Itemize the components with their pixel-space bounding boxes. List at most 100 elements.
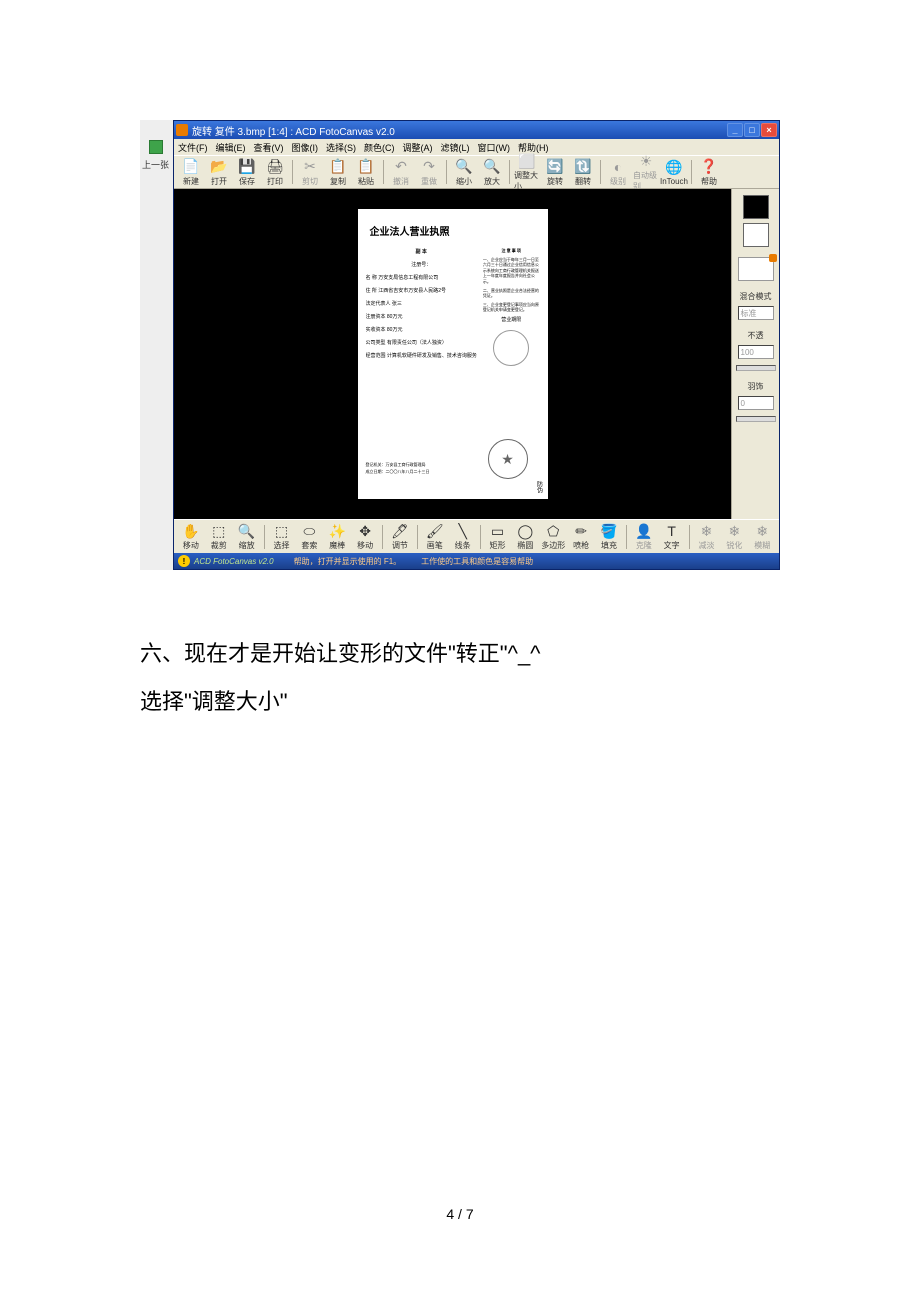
- blend-mode-select[interactable]: 标准: [738, 306, 774, 320]
- menu-color[interactable]: 颜色(C): [364, 141, 395, 154]
- doc-subtitle: 副 本: [366, 248, 477, 257]
- tool-帮助[interactable]: ❓帮助: [696, 158, 722, 187]
- btool-锐化: ❄锐化: [721, 522, 747, 551]
- doc-field-1: 住 所 江西省吉安市万安县人民路2号: [366, 287, 477, 296]
- btool-调节-label: 调节: [392, 540, 408, 551]
- tool-放大[interactable]: 🔍放大: [479, 158, 505, 187]
- btool-选择[interactable]: ⬚选择: [269, 522, 295, 551]
- btool-锐化-icon: ❄: [725, 522, 743, 540]
- btool-多边形-icon: ⬠: [544, 522, 562, 540]
- canvas-main[interactable]: 企业法人营业执照 副 本 注册号： 名 称 万安支局信息工程有限公司住 所 江西…: [174, 189, 731, 519]
- tool-打开[interactable]: 📂打开: [206, 158, 232, 187]
- fotocanvas-window: 旋转 复件 3.bmp [1:4] : ACD FotoCanvas v2.0 …: [173, 120, 780, 570]
- btool-克隆-label: 克隆: [636, 540, 652, 551]
- btool-移动[interactable]: ✋移动: [178, 522, 204, 551]
- btool-锐化-label: 锐化: [726, 540, 742, 551]
- btool-线条[interactable]: ╲线条: [450, 522, 476, 551]
- tool-粘贴[interactable]: 📋粘贴: [353, 158, 379, 187]
- btool-移动-icon: ✋: [182, 522, 200, 540]
- btool-填充-icon: 🪣: [600, 522, 618, 540]
- menu-select[interactable]: 选择(S): [326, 141, 356, 154]
- foreground-swatch[interactable]: [743, 195, 769, 219]
- btool-缩放-icon: 🔍: [238, 522, 256, 540]
- status-hint1: 帮助，打开并显示使用的 F1。: [294, 556, 402, 567]
- tool-复制[interactable]: 📋复制: [325, 158, 351, 187]
- menu-window[interactable]: 窗口(W): [478, 141, 511, 154]
- minimize-button[interactable]: _: [727, 123, 743, 137]
- window-titlebar: 旋转 复件 3.bmp [1:4] : ACD FotoCanvas v2.0 …: [174, 121, 779, 139]
- page-number: 4 / 7: [0, 1206, 920, 1222]
- feather-slider[interactable]: [736, 416, 776, 422]
- btool-缩放[interactable]: 🔍缩放: [234, 522, 260, 551]
- tool-剪切: ✂剪切: [297, 158, 323, 187]
- tool-级别: ◐级别: [605, 158, 631, 187]
- tool-级别-label: 级别: [610, 176, 626, 187]
- doc-field-6: 经营范围 计算机软硬件研发及销售、技术咨询服务: [366, 352, 477, 361]
- btool-减淡: ❄减淡: [694, 522, 720, 551]
- menu-filter[interactable]: 滤镜(L): [441, 141, 470, 154]
- btool-调节[interactable]: 🖊调节: [387, 522, 413, 551]
- tool-旋转-icon: 🔄: [546, 158, 564, 176]
- tool-保存[interactable]: 💾保存: [234, 158, 260, 187]
- doc-field-0: 名 称 万安支局信息工程有限公司: [366, 274, 477, 283]
- tool-旋转[interactable]: 🔄旋转: [542, 158, 568, 187]
- tool-打印-icon: 🖨: [266, 158, 284, 176]
- opacity-slider[interactable]: [736, 365, 776, 371]
- maximize-button[interactable]: □: [744, 123, 760, 137]
- tool-自动级别: ☀自动级别: [633, 152, 659, 192]
- btool-调节-icon: 🖊: [391, 522, 409, 540]
- tool-separator: [509, 160, 510, 184]
- menu-adjust[interactable]: 调整(A): [403, 141, 433, 154]
- btool-减淡-label: 减淡: [699, 540, 715, 551]
- tool-缩小[interactable]: 🔍缩小: [451, 158, 477, 187]
- tool-翻转[interactable]: 🔃翻转: [570, 158, 596, 187]
- btool-模糊-label: 模糊: [754, 540, 770, 551]
- tool-打印[interactable]: 🖨打印: [262, 158, 288, 187]
- menu-edit[interactable]: 编辑(E): [216, 141, 246, 154]
- btool-移动-label: 移动: [183, 540, 199, 551]
- tool-保存-icon: 💾: [238, 158, 256, 176]
- close-button[interactable]: ×: [761, 123, 777, 137]
- menu-file[interactable]: 文件(F): [178, 141, 208, 154]
- btool-矩形[interactable]: ▭矩形: [485, 522, 511, 551]
- doc-field-2: 法定代表人 张三: [366, 300, 477, 309]
- tool-粘贴-icon: 📋: [357, 158, 375, 176]
- btool-separator: [382, 525, 383, 549]
- background-swatch[interactable]: [743, 223, 769, 247]
- btool-填充[interactable]: 🪣填充: [596, 522, 622, 551]
- doc-notice-1: 二、营业执照是企业合法经营的凭证。: [483, 288, 540, 299]
- tool-剪切-icon: ✂: [301, 158, 319, 176]
- instruction-line-2: 选择"调整大小": [140, 678, 780, 726]
- btool-线条-icon: ╲: [454, 522, 472, 540]
- btool-套索[interactable]: ⬭套索: [296, 522, 322, 551]
- tool-InTouch[interactable]: 🌐InTouch: [661, 159, 687, 186]
- prev-image-icon: [149, 140, 163, 154]
- btool-椭圆[interactable]: ◯椭圆: [512, 522, 538, 551]
- btool-移动[interactable]: ✥移动: [352, 522, 378, 551]
- btool-选择-label: 选择: [274, 540, 290, 551]
- btool-画笔-label: 画笔: [427, 540, 443, 551]
- tool-复制-icon: 📋: [329, 158, 347, 176]
- tool-调整大小[interactable]: ⬜调整大小: [514, 152, 540, 192]
- btool-裁剪[interactable]: ⬚裁剪: [206, 522, 232, 551]
- layer-thumbnail[interactable]: [738, 257, 774, 281]
- tool-新建[interactable]: 📄新建: [178, 158, 204, 187]
- btool-多边形[interactable]: ⬠多边形: [540, 522, 566, 551]
- doc-footer: 登记机关：万安县工商行政管理局 成立日期：二〇〇八年八月二十三日: [366, 462, 430, 475]
- btool-魔棒[interactable]: ✨魔棒: [324, 522, 350, 551]
- feather-input[interactable]: 0: [738, 396, 774, 410]
- menu-view[interactable]: 查看(V): [254, 141, 284, 154]
- right-panel: 混合模式 标准 不透 100 羽饰 0: [731, 189, 779, 519]
- prev-image-label: 上一张: [142, 158, 169, 171]
- btool-多边形-label: 多边形: [541, 540, 565, 551]
- btool-画笔[interactable]: 🖌画笔: [422, 522, 448, 551]
- btool-喷枪[interactable]: ✏喷枪: [568, 522, 594, 551]
- doc-footer-line1: 登记机关：万安县工商行政管理局: [366, 462, 430, 468]
- menu-image[interactable]: 图像(I): [292, 141, 319, 154]
- tool-新建-label: 新建: [183, 176, 199, 187]
- btool-separator: [264, 525, 265, 549]
- tool-打开-label: 打开: [211, 176, 227, 187]
- opacity-input[interactable]: 100: [738, 345, 774, 359]
- btool-喷枪-icon: ✏: [572, 522, 590, 540]
- btool-文字[interactable]: T文字: [659, 522, 685, 551]
